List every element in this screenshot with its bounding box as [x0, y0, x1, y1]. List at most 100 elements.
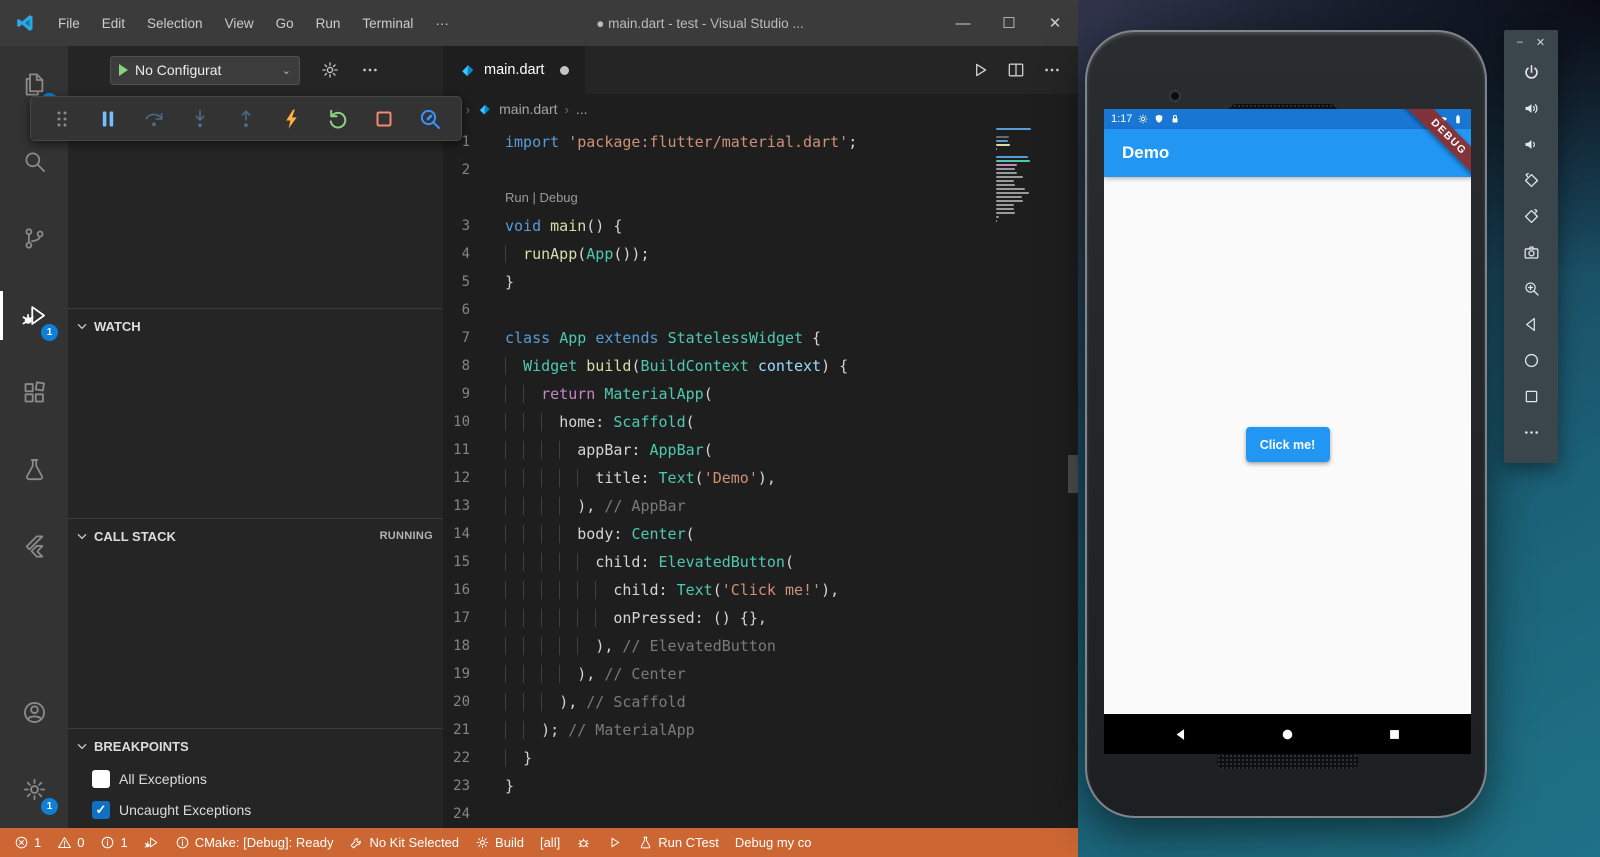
emulator-home-button[interactable]: [1504, 342, 1558, 378]
run-file-button[interactable]: [970, 60, 990, 80]
step-out-button[interactable]: [227, 100, 265, 138]
code-line-17[interactable]: 17 onPressed: () {},: [443, 604, 1078, 632]
activity-extensions[interactable]: [0, 354, 68, 431]
status-kit-selection[interactable]: No Kit Selected: [341, 828, 467, 857]
line-number[interactable]: 6: [443, 296, 470, 324]
minimize-button[interactable]: —: [940, 0, 986, 46]
code-line-5[interactable]: 5}: [443, 268, 1078, 296]
menu-terminal[interactable]: Terminal: [351, 16, 424, 31]
code-line-7[interactable]: 7class App extends StatelessWidget {: [443, 324, 1078, 352]
hot-reload-button[interactable]: [273, 100, 311, 138]
emulator-power-button[interactable]: [1504, 54, 1558, 90]
line-number[interactable]: 14: [443, 520, 470, 548]
code-line-3[interactable]: 3void main() {: [443, 212, 1078, 240]
line-number[interactable]: 24: [443, 800, 470, 828]
menu-[interactable]: ···: [424, 16, 460, 31]
status-warnings[interactable]: 0: [49, 828, 92, 857]
code-line-1[interactable]: 1import 'package:flutter/material.dart';: [443, 128, 1078, 156]
breadcrumb-item[interactable]: ...: [576, 101, 588, 117]
nav-back-button[interactable]: [1151, 714, 1211, 754]
step-over-button[interactable]: [135, 100, 173, 138]
code-line-24[interactable]: 24: [443, 800, 1078, 828]
maximize-button[interactable]: ☐: [986, 0, 1032, 46]
restart-button[interactable]: [319, 100, 357, 138]
emulator-screenshot-button[interactable]: [1504, 234, 1558, 270]
line-number[interactable]: 3: [443, 212, 470, 240]
minimap[interactable]: [996, 128, 1054, 226]
status-debug-launch[interactable]: [136, 828, 167, 857]
code-line-10[interactable]: 10 home: Scaffold(: [443, 408, 1078, 436]
activity-accounts[interactable]: [0, 674, 68, 751]
line-number[interactable]: 2: [443, 156, 470, 184]
emulator-rotate-right-button[interactable]: [1504, 198, 1558, 234]
code-line-20[interactable]: 20 ), // Scaffold: [443, 688, 1078, 716]
drag-handle-button[interactable]: [43, 100, 81, 138]
line-number[interactable]: 19: [443, 660, 470, 688]
code-line-19[interactable]: 19 ), // Center: [443, 660, 1078, 688]
line-number[interactable]: 22: [443, 744, 470, 772]
widget-inspector-button[interactable]: [411, 100, 449, 138]
activity-testing[interactable]: [0, 431, 68, 508]
emulator-zoom-button[interactable]: [1504, 270, 1558, 306]
nav-overview-button[interactable]: [1364, 714, 1424, 754]
line-number[interactable]: 12: [443, 464, 470, 492]
code-line-15[interactable]: 15 child: ElevatedButton(: [443, 548, 1078, 576]
line-number[interactable]: [443, 184, 470, 212]
status-debug-target[interactable]: [568, 828, 599, 857]
split-editor-button[interactable]: [1006, 60, 1026, 80]
status-build[interactable]: Build: [467, 828, 532, 857]
code-lens-links[interactable]: Run | Debug: [470, 184, 578, 212]
line-number[interactable]: 5: [443, 268, 470, 296]
menu-edit[interactable]: Edit: [91, 16, 136, 31]
code-line-9[interactable]: 9 return MaterialApp(: [443, 380, 1078, 408]
menu-selection[interactable]: Selection: [136, 16, 214, 31]
activity-flutter[interactable]: [0, 508, 68, 585]
status-cmake-status[interactable]: CMake: [Debug]: Ready: [167, 828, 342, 857]
status-debug-config[interactable]: Debug my co: [727, 828, 820, 857]
line-number[interactable]: 17: [443, 604, 470, 632]
more-editor-actions-button[interactable]: [1042, 60, 1062, 80]
activity-source-control[interactable]: [0, 200, 68, 277]
code-line-18[interactable]: 18 ), // ElevatedButton: [443, 632, 1078, 660]
line-number[interactable]: 16: [443, 576, 470, 604]
call-stack-section-header[interactable]: CALL STACK RUNNING: [68, 519, 443, 553]
breadcrumb-item[interactable]: main.dart: [499, 101, 557, 117]
menu-go[interactable]: Go: [265, 16, 305, 31]
menu-view[interactable]: View: [214, 16, 265, 31]
emulator-rotate-left-button[interactable]: [1504, 162, 1558, 198]
line-number[interactable]: 20: [443, 688, 470, 716]
activity-run-and-debug[interactable]: 1: [0, 277, 68, 354]
line-number[interactable]: 13: [443, 492, 470, 520]
more-actions-button[interactable]: [360, 60, 380, 80]
emulator-close-button[interactable]: ✕: [1536, 36, 1545, 49]
tab-main-dart[interactable]: main.dart: [443, 46, 585, 94]
checked-checkbox[interactable]: ✓: [92, 801, 110, 819]
watch-section-header[interactable]: WATCH: [68, 309, 443, 343]
activity-settings[interactable]: 1: [0, 751, 68, 828]
emulator-volume-down-button[interactable]: [1504, 126, 1558, 162]
status-errors[interactable]: 1: [6, 828, 49, 857]
breakpoint-item[interactable]: ✓Uncaught Exceptions: [68, 794, 443, 825]
nav-home-button[interactable]: [1258, 714, 1318, 754]
step-into-button[interactable]: [181, 100, 219, 138]
emulator-overview-button[interactable]: [1504, 378, 1558, 414]
code-line-14[interactable]: 14 body: Center(: [443, 520, 1078, 548]
code-line-13[interactable]: 13 ), // AppBar: [443, 492, 1078, 520]
code-line-4[interactable]: 4 runApp(App());: [443, 240, 1078, 268]
line-number[interactable]: 4: [443, 240, 470, 268]
status-build-target[interactable]: [all]: [532, 828, 568, 857]
close-button[interactable]: ✕: [1032, 0, 1078, 46]
status-launch-target[interactable]: [599, 828, 630, 857]
line-number[interactable]: 21: [443, 716, 470, 744]
emulator-screen[interactable]: 1:17 Demo Click me! DEBUG: [1104, 109, 1471, 754]
line-number[interactable]: 23: [443, 772, 470, 800]
menu-file[interactable]: File: [47, 16, 91, 31]
emulator-minimize-button[interactable]: –: [1517, 36, 1523, 48]
menu-run[interactable]: Run: [305, 16, 352, 31]
line-number[interactable]: 15: [443, 548, 470, 576]
code-editor[interactable]: 1import 'package:flutter/material.dart';…: [443, 124, 1078, 828]
line-number[interactable]: 11: [443, 436, 470, 464]
line-number[interactable]: 7: [443, 324, 470, 352]
code-line-22[interactable]: 22 }: [443, 744, 1078, 772]
emulator-back-button[interactable]: [1504, 306, 1558, 342]
